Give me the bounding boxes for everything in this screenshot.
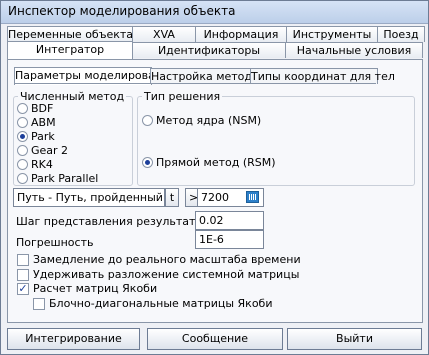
title-bar: Инспектор моделирования объекта bbox=[1, 1, 428, 24]
radio-label: Прямой метод (RSM) bbox=[156, 156, 276, 169]
tab-information[interactable]: Информация bbox=[195, 26, 287, 42]
tab-integrator[interactable]: Интегратор bbox=[7, 41, 133, 59]
radio-label: Метод ядра (NSM) bbox=[156, 114, 262, 127]
tolerance-label: Погрешность bbox=[16, 236, 94, 249]
checkbox-box-checked[interactable]: ✓ bbox=[17, 282, 29, 295]
checkbox-label: Блочно-диагональные матрицы Якоби bbox=[49, 297, 273, 310]
radio-circle[interactable] bbox=[17, 159, 28, 170]
radio-label: Park Parallel bbox=[31, 172, 99, 185]
variable-picker-button[interactable]: t bbox=[165, 188, 179, 207]
radio-abm[interactable]: ABM bbox=[17, 116, 56, 129]
inspector-window: Инспектор моделирования объекта Переменн… bbox=[0, 0, 429, 355]
checkbox-block-diagonal[interactable]: Блочно-диагональные матрицы Якоби bbox=[33, 297, 273, 310]
checkbox-label: Замедление до реального масштаба времени bbox=[33, 253, 301, 266]
checkbox-box[interactable] bbox=[17, 268, 29, 281]
checkbox-keep-decomposition[interactable]: Удерживать разложение системной матрицы bbox=[17, 268, 299, 281]
radio-park-parallel[interactable]: Park Parallel bbox=[17, 172, 98, 185]
radio-circle[interactable] bbox=[17, 117, 28, 128]
tab-xva[interactable]: XVA bbox=[132, 26, 196, 42]
radio-label: BDF bbox=[31, 102, 54, 115]
radio-label: Gear 2 bbox=[31, 144, 69, 157]
radio-circle[interactable] bbox=[142, 115, 153, 126]
window-title: Инспектор моделирования объекта bbox=[8, 4, 236, 18]
tab-identifiers[interactable]: Идентификаторы bbox=[132, 42, 286, 58]
radio-circle[interactable] bbox=[17, 173, 28, 184]
checkbox-box[interactable] bbox=[33, 297, 45, 310]
radio-circle[interactable] bbox=[17, 145, 28, 156]
radio-label: Park bbox=[31, 130, 55, 143]
tolerance-field[interactable]: 1E-6 bbox=[195, 230, 264, 249]
integrator-panel: Параметры моделирования Настройка методо… bbox=[7, 59, 423, 323]
step-label: Шаг представления результатов bbox=[16, 215, 209, 228]
solution-type-group: Тип решения bbox=[137, 90, 415, 186]
checkbox-label: Расчет матриц Якоби bbox=[33, 282, 158, 295]
step-field[interactable]: 0.02 bbox=[195, 211, 264, 230]
checkbox-label: Удерживать разложение системной матрицы bbox=[33, 268, 300, 281]
tab-row-top: Переменные объекта XVA Информация Инстру… bbox=[7, 26, 425, 42]
radio-circle[interactable] bbox=[17, 131, 28, 142]
subtab-method-settings[interactable]: Настройка методов bbox=[150, 68, 265, 84]
subtab-divider bbox=[14, 83, 376, 85]
exit-button[interactable]: Выйти bbox=[287, 328, 422, 350]
radio-rsm[interactable]: Прямой метод (RSM) bbox=[142, 156, 276, 169]
radio-circle[interactable] bbox=[17, 103, 28, 114]
message-button[interactable]: Сообщение bbox=[147, 328, 283, 350]
radio-label: RK4 bbox=[31, 158, 53, 171]
tab-initial-conditions[interactable]: Начальные условия bbox=[285, 42, 423, 58]
tab-tools[interactable]: Инструменты bbox=[286, 26, 378, 42]
end-variable-field[interactable]: Путь - Путь, пройденный bbox=[13, 188, 165, 207]
calculator-icon[interactable] bbox=[246, 191, 259, 203]
radio-gear2[interactable]: Gear 2 bbox=[17, 144, 68, 157]
subtab-coordinate-types[interactable]: Типы координат для тел bbox=[250, 68, 395, 84]
checkbox-realtime[interactable]: Замедление до реального масштаба времени bbox=[17, 253, 301, 266]
integrate-button[interactable]: Интегрирование bbox=[7, 328, 140, 350]
solution-type-legend: Тип решения bbox=[144, 90, 221, 103]
tab-train[interactable]: Поезд bbox=[377, 26, 425, 42]
radio-nsm[interactable]: Метод ядра (NSM) bbox=[142, 114, 261, 127]
checkbox-jacobian[interactable]: ✓ Расчет матриц Якоби bbox=[17, 282, 157, 295]
tab-row-bottom: Интегратор Идентификаторы Начальные усло… bbox=[7, 41, 423, 59]
checkbox-box[interactable] bbox=[17, 253, 29, 266]
radio-rk4[interactable]: RK4 bbox=[17, 158, 53, 171]
radio-bdf[interactable]: BDF bbox=[17, 102, 53, 115]
radio-label: ABM bbox=[31, 116, 56, 129]
radio-park[interactable]: Park bbox=[17, 130, 55, 143]
tab-object-variables[interactable]: Переменные объекта bbox=[7, 26, 133, 42]
radio-circle[interactable] bbox=[142, 157, 153, 168]
